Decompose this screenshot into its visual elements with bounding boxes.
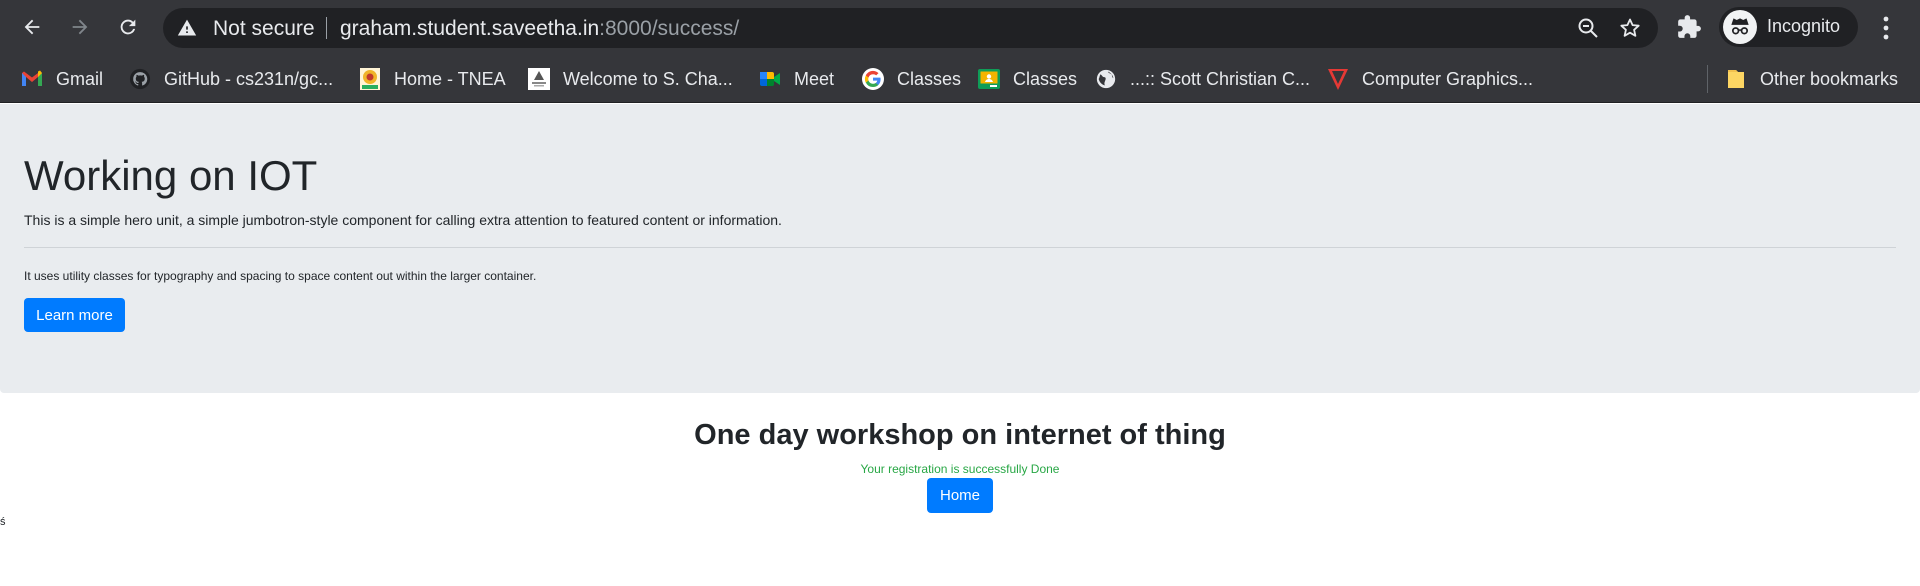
bookmark-label: Welcome to S. Cha... (563, 68, 733, 89)
url-text[interactable]: graham.student.saveetha.in:8000/success/ (340, 17, 739, 41)
extensions-puzzle-icon[interactable] (1676, 14, 1702, 40)
other-bookmarks[interactable]: Other bookmarks (1724, 64, 1898, 94)
more-menu-icon[interactable] (1876, 14, 1896, 42)
bookmark-label: Meet (794, 68, 835, 89)
bookmark-star-icon[interactable] (1618, 16, 1642, 40)
address-bar[interactable]: Not secure graham.student.saveetha.in:80… (163, 8, 1658, 48)
bookmark-computer-graphics[interactable]: Computer Graphics... (1326, 64, 1533, 94)
learn-more-button[interactable]: Learn more (24, 298, 125, 332)
globe-icon (1094, 67, 1118, 91)
stray-character: ś (0, 516, 6, 528)
omnibox-separator (326, 17, 327, 39)
forward-button[interactable] (63, 10, 97, 44)
bookmark-label: Classes (897, 68, 962, 89)
url-host: graham.student.saveetha.in (340, 17, 600, 40)
bookmark-label: Computer Graphics... (1362, 68, 1534, 89)
bookmark-label: Classes (1013, 68, 1078, 89)
bookmark-github[interactable]: GitHub - cs231n/gc... (128, 64, 333, 94)
reload-button[interactable] (111, 10, 145, 44)
back-button[interactable] (15, 10, 49, 44)
incognito-icon (1723, 10, 1757, 44)
bookmark-label: ...:: Scott Christian C... (1130, 68, 1311, 89)
folder-icon (1724, 67, 1748, 91)
bookmark-label: GitHub - cs231n/gc... (164, 68, 334, 89)
hero-divider (24, 247, 1896, 248)
bookmark-classes-classroom[interactable]: Classes (977, 64, 1077, 94)
bookmark-label: Home - TNEA (394, 68, 506, 89)
hero-lead: This is a simple hero unit, a simple jum… (24, 212, 782, 228)
hero-text: It uses utility classes for typography a… (24, 269, 537, 283)
tnea-icon (358, 67, 382, 91)
hero-title: Working on IOT (24, 152, 318, 199)
bookmarks-bar: Gmail GitHub - cs231n/gc... Home - TNEA … (0, 55, 1920, 103)
zoom-icon[interactable] (1576, 16, 1600, 40)
bookmark-label: Gmail (56, 68, 104, 89)
site-icon (527, 67, 551, 91)
home-button[interactable]: Home (927, 478, 993, 513)
classroom-icon (977, 67, 1001, 91)
registration-success-message: Your registration is successfully Done (860, 462, 1060, 476)
google-icon (861, 67, 885, 91)
url-path: :8000/success/ (599, 17, 740, 40)
meet-icon (758, 67, 782, 91)
workshop-title: One day workshop on internet of thing (694, 419, 1226, 451)
reload-icon (120, 19, 136, 35)
warning-icon[interactable] (177, 18, 197, 38)
bookmark-gmail[interactable]: Gmail (20, 64, 103, 94)
browser-toolbar: Not secure graham.student.saveetha.in:80… (0, 0, 1920, 55)
incognito-label: Incognito (1767, 16, 1841, 36)
forward-arrow-icon (72, 19, 88, 35)
other-bookmarks-label: Other bookmarks (1760, 68, 1899, 89)
bookmark-meet[interactable]: Meet (758, 64, 834, 94)
github-icon (128, 67, 152, 91)
not-secure-label[interactable]: Not secure (213, 17, 315, 41)
incognito-profile-button[interactable]: Incognito (1719, 7, 1858, 47)
jumbotron: Working on IOT This is a simple hero uni… (0, 104, 1920, 393)
bookmark-tnea[interactable]: Home - TNEA (358, 64, 506, 94)
bookmark-classes-google[interactable]: Classes (861, 64, 961, 94)
bookmarks-divider (1707, 65, 1708, 93)
back-arrow-icon (24, 19, 40, 35)
red-v-icon (1326, 67, 1350, 91)
bookmark-scott-christian[interactable]: ...:: Scott Christian C... (1094, 64, 1310, 94)
gmail-icon (20, 67, 44, 91)
bookmark-s-cha[interactable]: Welcome to S. Cha... (527, 64, 733, 94)
